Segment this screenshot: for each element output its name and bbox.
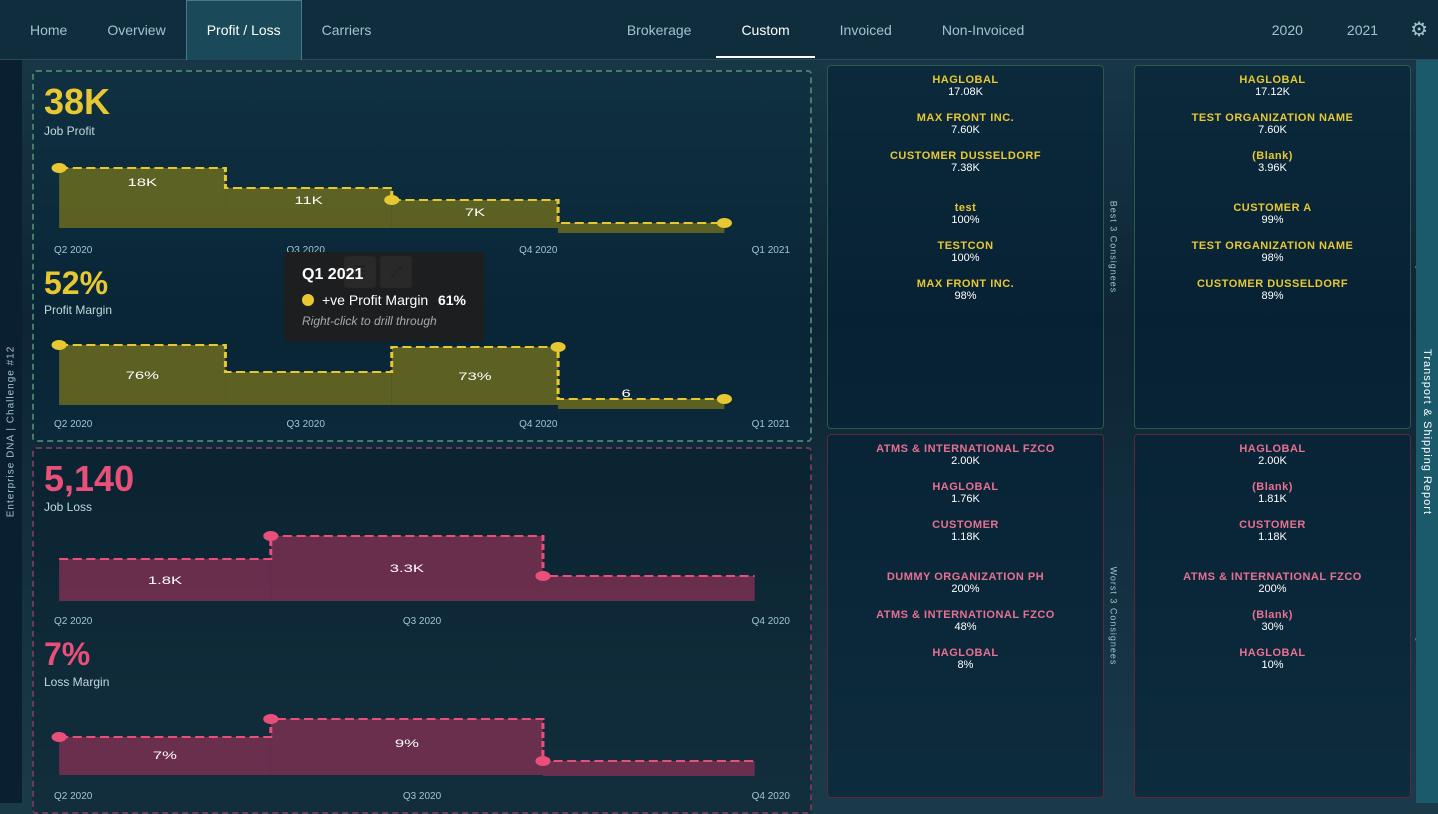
navbar: Home Overview Profit / Loss Carriers Bro…: [0, 0, 1438, 60]
tooltip-hint: Right-click to drill through: [302, 314, 466, 328]
year-2020[interactable]: 2020: [1260, 18, 1315, 42]
loss-charts: 5,140 Job Loss 1.8K 3.3K: [44, 459, 800, 802]
job-profit-label: Job Profit: [44, 124, 800, 138]
settings-icon[interactable]: ⚙: [1410, 17, 1428, 42]
nav-center: Brokerage Custom Invoiced Non-Invoiced: [391, 14, 1259, 46]
loss-margin-quarters: Q2 2020 Q3 2020 Q4 2020: [44, 791, 800, 802]
job-loss-quarters: Q2 2020 Q3 2020 Q4 2020: [44, 616, 800, 627]
loss-margin-svg: 7% 9% Q2 2020 Q3 2020 Q4 2020: [44, 689, 800, 802]
best-consignee-3: CUSTOMER DUSSELDORF 7.38K: [836, 150, 1095, 174]
nav-home[interactable]: Home: [10, 0, 87, 60]
svg-text:76%: 76%: [126, 369, 160, 381]
svg-text:7K: 7K: [465, 205, 486, 217]
best-consignor-1: HAGLOBAL 17.12K: [1143, 74, 1402, 98]
nav-carriers[interactable]: Carriers: [302, 0, 392, 60]
nav-left: Home Overview Profit / Loss Carriers: [10, 0, 391, 60]
worst-consignee-5: ATMS & INTERNATIONAL FZCO 48%: [836, 609, 1095, 633]
profit-section: 38K Job Profit: [32, 70, 812, 442]
nav-custom[interactable]: Custom: [716, 14, 814, 46]
left-panel: 38K Job Profit: [22, 60, 822, 803]
best-consignors: HAGLOBAL 17.12K TEST ORGANIZATION NAME 7…: [1134, 65, 1411, 429]
nav-overview[interactable]: Overview: [87, 0, 185, 60]
job-profit-chart: 38K Job Profit: [44, 82, 800, 256]
worst-consignor-3: CUSTOMER 1.18K: [1143, 519, 1402, 543]
tooltip-title: Q1 2021: [302, 266, 466, 284]
tooltip-metric-row: +ve Profit Margin 61%: [302, 292, 466, 308]
worst-consignees-label: Worst 3 Consignees: [1108, 567, 1118, 666]
tooltip: Q1 2021 +ve Profit Margin 61% Right-clic…: [284, 252, 484, 342]
worst-consignee-3: CUSTOMER 1.18K: [836, 519, 1095, 543]
tooltip-metric-value: 61%: [438, 292, 466, 308]
nav-invoiced[interactable]: Invoiced: [815, 14, 917, 46]
svg-text:3.3K: 3.3K: [390, 562, 425, 574]
enterprise-label-text: Enterprise DNA | Challenge #12: [6, 346, 17, 518]
best-consignor-4: CUSTOMER A 99%: [1143, 202, 1402, 226]
loss-margin-kpi: 7%: [44, 637, 800, 672]
nav-profit-loss[interactable]: Profit / Loss: [186, 0, 302, 60]
tooltip-metric-label: +ve Profit Margin: [322, 292, 428, 308]
best-consignor-6: CUSTOMER DUSSELDORF 89%: [1143, 278, 1402, 302]
year-2021[interactable]: 2021: [1335, 18, 1390, 42]
worst-consignor-1: HAGLOBAL 2.00K: [1143, 443, 1402, 467]
best-consignor-5: TEST ORGANIZATION NAME 98%: [1143, 240, 1402, 264]
side-label: Transport & Shipping Report: [1416, 60, 1438, 803]
svg-text:11K: 11K: [294, 193, 323, 205]
loss-margin-chart: 7% Loss Margin 7% 9%: [44, 637, 800, 801]
job-loss-chart: 5,140 Job Loss 1.8K 3.3K: [44, 459, 800, 628]
best-consignee-1: HAGLOBAL 17.08K: [836, 74, 1095, 98]
enterprise-label: Enterprise DNA | Challenge #12: [0, 60, 22, 803]
worst-consignee-2: HAGLOBAL 1.76K: [836, 481, 1095, 505]
svg-text:18K: 18K: [127, 175, 157, 187]
worst-consignee-4: DUMMY ORGANIZATION PH 200%: [836, 571, 1095, 595]
best-consignor-3: (Blank) 3.96K: [1143, 150, 1402, 174]
right-panel: HAGLOBAL 17.08K MAX FRONT INC. 7.60K CUS…: [822, 60, 1416, 803]
worst-consignee-6: HAGLOBAL 8%: [836, 647, 1095, 671]
worst-consignor-2: (Blank) 1.81K: [1143, 481, 1402, 505]
worst-consignees: ATMS & INTERNATIONAL FZCO 2.00K HAGLOBAL…: [827, 434, 1104, 798]
best-consignee-6: MAX FRONT INC. 98%: [836, 278, 1095, 302]
worst-consignee-1: ATMS & INTERNATIONAL FZCO 2.00K: [836, 443, 1095, 467]
worst-consignor-4: ATMS & INTERNATIONAL FZCO 200%: [1143, 571, 1402, 595]
job-profit-svg: 18K 11K 7K Q2 2020 Q3 2020 Q4 2020 Q1 20…: [44, 138, 800, 256]
nav-brokerage[interactable]: Brokerage: [602, 14, 717, 46]
job-loss-label: Job Loss: [44, 500, 800, 514]
svg-text:73%: 73%: [458, 370, 492, 382]
best-section: HAGLOBAL 17.08K MAX FRONT INC. 7.60K CUS…: [827, 65, 1411, 429]
profit-margin-quarters: Q2 2020 Q3 2020 Q4 2020 Q1 2021: [44, 419, 800, 430]
worst-consignor-5: (Blank) 30%: [1143, 609, 1402, 633]
best-consignee-2: MAX FRONT INC. 7.60K: [836, 112, 1095, 136]
svg-text:9%: 9%: [395, 736, 420, 748]
best-consignees: HAGLOBAL 17.08K MAX FRONT INC. 7.60K CUS…: [827, 65, 1104, 429]
worst-consignors: HAGLOBAL 2.00K (Blank) 1.81K CUSTOMER 1.…: [1134, 434, 1411, 798]
best-consignee-5: TESTCON 100%: [836, 240, 1095, 264]
tooltip-dot: [302, 294, 314, 306]
best-consignees-label: Best 3 Consignees: [1108, 201, 1118, 294]
nav-right: 2020 2021 ⚙: [1260, 17, 1428, 42]
job-loss-svg: 1.8K 3.3K Q2 2020 Q3 2020 Q4 2020: [44, 514, 800, 627]
transport-label: Transport & Shipping Report: [1421, 349, 1433, 515]
job-loss-kpi: 5,140: [44, 459, 800, 499]
main-content: 38K Job Profit: [22, 60, 1416, 803]
worst-section: ATMS & INTERNATIONAL FZCO 2.00K HAGLOBAL…: [827, 434, 1411, 798]
svg-text:7%: 7%: [153, 748, 178, 760]
loss-margin-label: Loss Margin: [44, 675, 800, 689]
loss-section: 5,140 Job Loss 1.8K 3.3K: [32, 447, 812, 814]
job-profit-kpi: 38K: [44, 82, 800, 122]
nav-non-invoiced[interactable]: Non-Invoiced: [917, 14, 1050, 46]
svg-text:6: 6: [621, 387, 630, 399]
worst-consignor-6: HAGLOBAL 10%: [1143, 647, 1402, 671]
svg-text:1.8K: 1.8K: [148, 574, 183, 586]
best-consignee-4: test 100%: [836, 202, 1095, 226]
best-consignor-2: TEST ORGANIZATION NAME 7.60K: [1143, 112, 1402, 136]
